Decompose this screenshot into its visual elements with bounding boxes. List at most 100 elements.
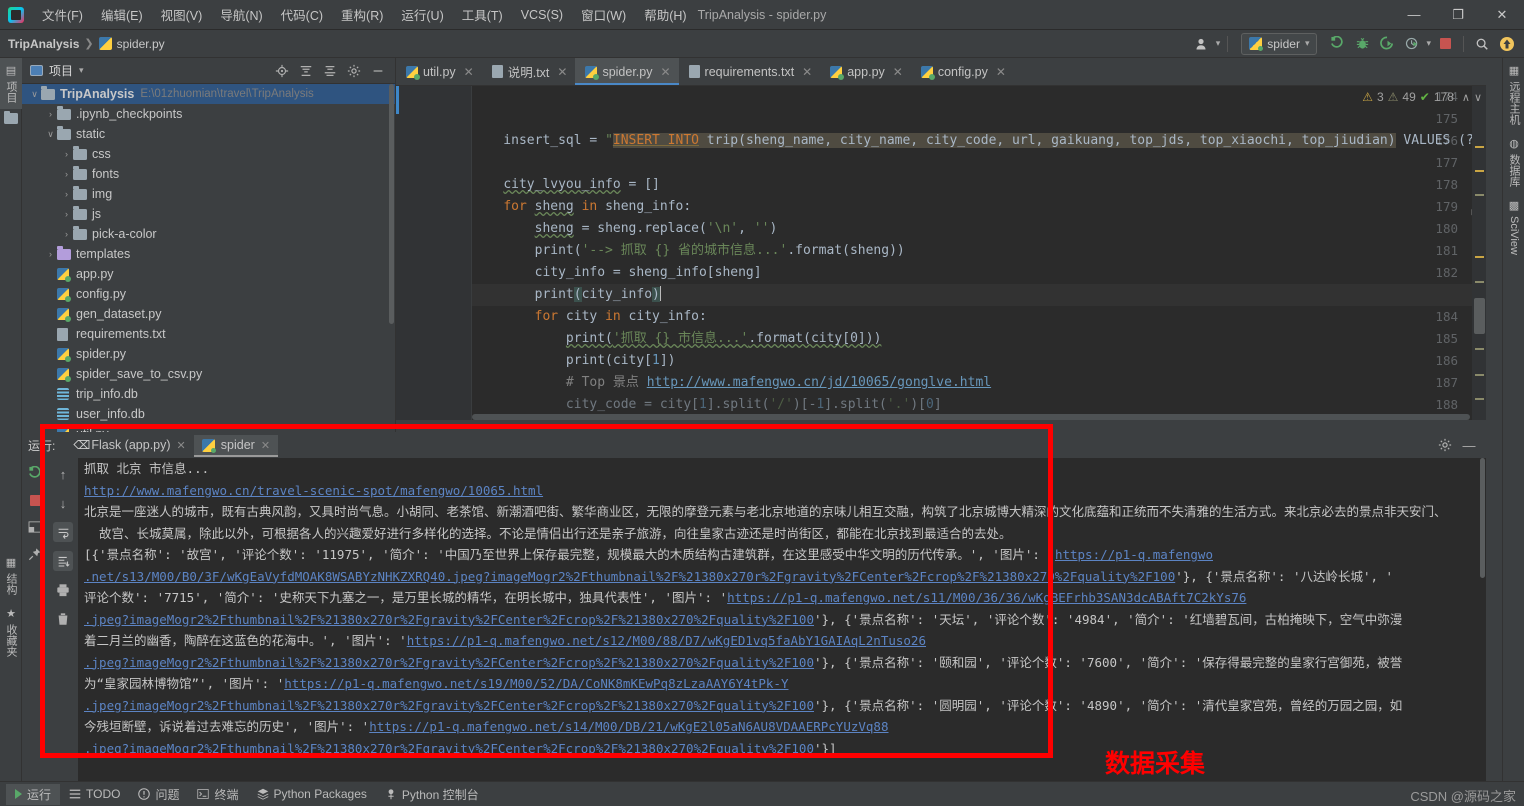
print-icon[interactable] bbox=[53, 580, 73, 600]
tree-arrow-icon[interactable]: › bbox=[60, 149, 73, 159]
tree-item-spider-py[interactable]: spider.py bbox=[22, 344, 395, 364]
run-tab-spider[interactable]: spider ✕ bbox=[193, 435, 279, 457]
hide-panel-icon[interactable] bbox=[367, 60, 389, 82]
run-settings-gear-icon[interactable] bbox=[1434, 434, 1456, 456]
user-avatar-icon[interactable] bbox=[1191, 33, 1213, 55]
close-icon[interactable]: ✕ bbox=[893, 65, 903, 79]
statusbar-item-packages[interactable]: Python Packages bbox=[248, 785, 376, 803]
editor-tab-spider-py[interactable]: spider.py ✕ bbox=[575, 58, 679, 85]
tree-item-static[interactable]: ∨ static bbox=[22, 124, 395, 144]
console-link[interactable]: .jpeg?imageMogr2%2Fthumbnail%2F%21380x27… bbox=[84, 612, 814, 627]
gear-icon[interactable] bbox=[343, 60, 365, 82]
project-folder-icon[interactable] bbox=[0, 109, 22, 124]
sidebar-item-sciview[interactable]: ▩ SciView bbox=[1503, 193, 1524, 261]
locate-file-icon[interactable] bbox=[271, 60, 293, 82]
tree-item-tripanalysis[interactable]: ∨ TripAnalysis E:\01zhuomian\travel\TripAn… bbox=[22, 84, 395, 104]
tree-arrow-icon[interactable]: › bbox=[60, 189, 73, 199]
run-configuration-selector[interactable]: spider ▾ bbox=[1241, 32, 1318, 55]
console-link[interactable]: https://p1-q.mafengwo.net/s12/M00/88/D7/… bbox=[407, 633, 926, 648]
prev-problem-icon[interactable]: ∧ bbox=[1462, 91, 1470, 104]
tree-item-fonts[interactable]: › fonts bbox=[22, 164, 395, 184]
close-icon[interactable]: ✕ bbox=[464, 65, 474, 79]
avatar-chevron-icon[interactable]: ▾ bbox=[1216, 38, 1221, 49]
down-icon[interactable]: ↓ bbox=[53, 493, 73, 513]
tree-item--ipynb-checkpoints[interactable]: › .ipynb_checkpoints bbox=[22, 104, 395, 124]
menu-item-5[interactable]: 重构(R) bbox=[332, 1, 392, 28]
run-tab-flask[interactable]: ⌫ Flask (app.py) ✕ bbox=[65, 435, 193, 455]
editor-horizontal-scrollbar[interactable] bbox=[472, 414, 1470, 420]
menu-item-7[interactable]: 工具(T) bbox=[453, 1, 512, 28]
rerun-icon[interactable] bbox=[25, 463, 45, 483]
debug-button[interactable] bbox=[1351, 33, 1373, 55]
menu-item-0[interactable]: 文件(F) bbox=[33, 1, 92, 28]
collapse-all-icon[interactable] bbox=[319, 60, 341, 82]
close-icon-spider[interactable]: ✕ bbox=[261, 439, 270, 452]
menu-item-8[interactable]: VCS(S) bbox=[512, 4, 572, 26]
search-icon[interactable] bbox=[1471, 33, 1493, 55]
pin-icon[interactable] bbox=[25, 544, 45, 564]
breadcrumb-project[interactable]: TripAnalysis bbox=[8, 37, 79, 51]
console-link[interactable]: https://p1-q.mafengwo.net/s11/M00/36/36/… bbox=[727, 590, 1246, 605]
tree-item-img[interactable]: › img bbox=[22, 184, 395, 204]
console-link[interactable]: http://www.mafengwo.cn/travel-scenic-spo… bbox=[84, 483, 543, 498]
profile-button[interactable] bbox=[1401, 33, 1423, 55]
tree-item-templates[interactable]: › templates bbox=[22, 244, 395, 264]
statusbar-item-console[interactable]: Python 控制台 bbox=[376, 784, 488, 805]
code-content[interactable]: insert_sql = "INSERT INTO trip(sheng_nam… bbox=[472, 86, 1486, 420]
editor-inspection-status[interactable]: ⚠ 3 ⚠ 49 ✔ 178 ∧ ∨ bbox=[1362, 90, 1482, 104]
menu-item-2[interactable]: 视图(V) bbox=[152, 1, 212, 28]
stop-icon[interactable] bbox=[25, 490, 45, 510]
tree-item-css[interactable]: › css bbox=[22, 144, 395, 164]
profile-chevron-icon[interactable]: ▾ bbox=[1426, 38, 1431, 49]
inspection-gutter[interactable] bbox=[1472, 86, 1486, 420]
clear-all-icon[interactable] bbox=[53, 609, 73, 629]
editor-tab-app-py[interactable]: app.py ✕ bbox=[820, 58, 911, 85]
statusbar-item-run[interactable]: 运行 bbox=[6, 783, 61, 805]
breadcrumb-file[interactable]: spider.py bbox=[117, 37, 165, 51]
tree-item-trip-info-db[interactable]: trip_info.db bbox=[22, 384, 395, 404]
tree-item-gen-dataset-py[interactable]: gen_dataset.py bbox=[22, 304, 395, 324]
statusbar-item-terminal[interactable]: 终端 bbox=[188, 784, 247, 805]
editor-tab-util-py[interactable]: util.py ✕ bbox=[396, 58, 482, 85]
menu-item-10[interactable]: 帮助(H) bbox=[635, 1, 695, 28]
tree-item-config-py[interactable]: config.py bbox=[22, 284, 395, 304]
tree-item-requirements-txt[interactable]: requirements.txt bbox=[22, 324, 395, 344]
run-hide-icon[interactable]: — bbox=[1458, 434, 1480, 456]
editor-tab-requirements-txt[interactable]: requirements.txt ✕ bbox=[679, 58, 821, 85]
soft-wrap-icon[interactable] bbox=[53, 522, 73, 542]
statusbar-item-problems[interactable]: 问题 bbox=[129, 784, 188, 805]
console-scrollbar[interactable] bbox=[1480, 458, 1485, 578]
editor-tab-config-py[interactable]: config.py ✕ bbox=[911, 58, 1014, 85]
close-button[interactable]: ✕ bbox=[1480, 0, 1524, 29]
tree-item-app-py[interactable]: app.py bbox=[22, 264, 395, 284]
sidebar-item-database[interactable]: ◍ 数据库 bbox=[1503, 131, 1524, 193]
close-icon[interactable]: ✕ bbox=[802, 65, 812, 79]
close-icon[interactable]: ✕ bbox=[660, 65, 670, 79]
up-icon[interactable]: ↑ bbox=[53, 464, 73, 484]
menu-item-1[interactable]: 编辑(E) bbox=[92, 1, 152, 28]
expand-all-icon[interactable] bbox=[295, 60, 317, 82]
editor-gutter[interactable] bbox=[396, 86, 472, 420]
close-icon[interactable]: ✕ bbox=[177, 439, 186, 452]
tree-item-js[interactable]: › js bbox=[22, 204, 395, 224]
console-link[interactable]: https://p1-q.mafengwo.net/s14/M00/DB/21/… bbox=[369, 719, 888, 734]
tree-arrow-icon[interactable]: › bbox=[60, 229, 73, 239]
project-chevron-down-icon[interactable]: ▾ bbox=[79, 65, 84, 76]
sidebar-item-project[interactable]: ▤ 项目 bbox=[0, 58, 22, 109]
console-link[interactable]: .net/s13/M00/B0/3F/wKgEaVyfdMOAK8WSABYzN… bbox=[84, 569, 1175, 584]
minimize-button[interactable]: — bbox=[1392, 0, 1436, 29]
console-link[interactable]: https://p1-q.mafengwo.net/s19/M00/52/DA/… bbox=[284, 676, 788, 691]
tree-arrow-icon[interactable]: ∨ bbox=[28, 89, 41, 100]
console-link[interactable]: .jpeg?imageMogr2%2Fthumbnail%2F%21380x27… bbox=[84, 741, 814, 756]
console-output[interactable]: 抓取 北京 市信息... http://www.mafengwo.cn/trave… bbox=[78, 458, 1486, 781]
console-link[interactable]: https://p1-q.mafengwo bbox=[1055, 547, 1213, 562]
tree-item-user-info-db[interactable]: user_info.db bbox=[22, 404, 395, 424]
statusbar-item-todo[interactable]: TODO bbox=[60, 785, 129, 803]
tree-arrow-icon[interactable]: › bbox=[44, 109, 57, 119]
editor-body[interactable]: 1741751761771781791801811821831841851861… bbox=[396, 86, 1486, 420]
console-link[interactable]: .jpeg?imageMogr2%2Fthumbnail%2F%21380x27… bbox=[84, 655, 814, 670]
menu-item-6[interactable]: 运行(U) bbox=[392, 1, 452, 28]
update-project-icon[interactable] bbox=[1496, 33, 1518, 55]
next-problem-icon[interactable]: ∨ bbox=[1474, 91, 1482, 104]
menu-item-4[interactable]: 代码(C) bbox=[272, 1, 332, 28]
